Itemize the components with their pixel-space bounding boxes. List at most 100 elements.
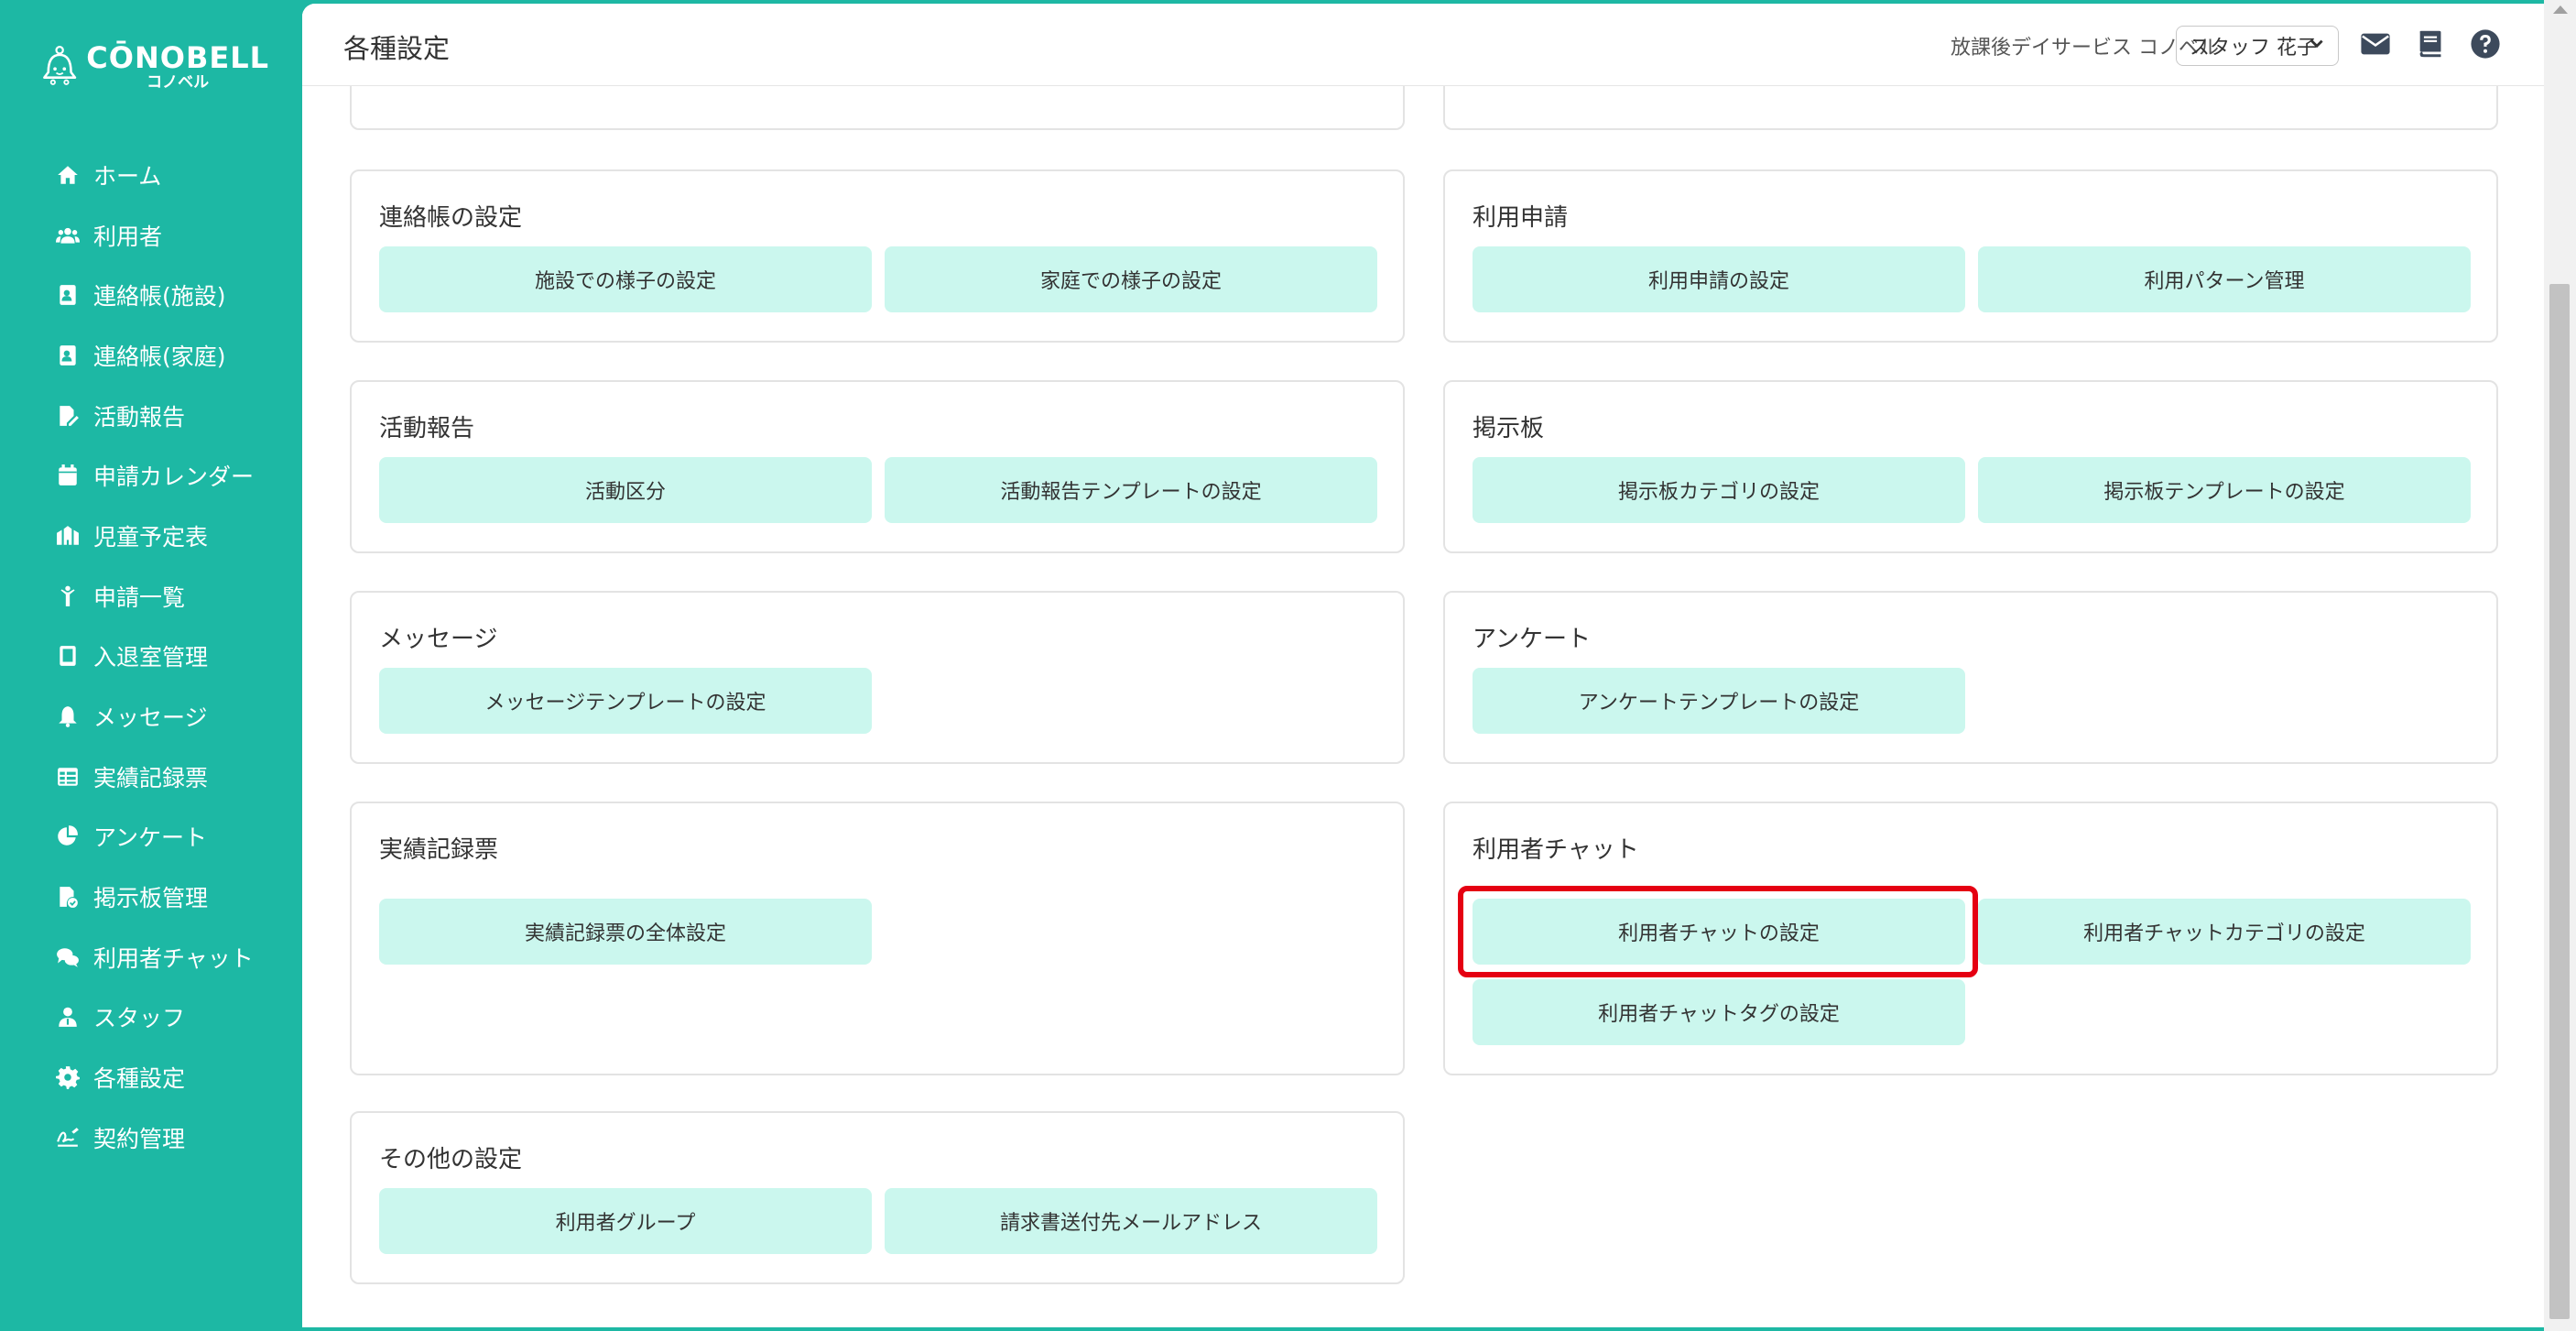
sidebar-item-bulletin[interactable]: 掲示板管理	[0, 867, 302, 927]
activity-category-button[interactable]: 活動区分	[379, 457, 872, 523]
scroll-up-arrow-icon[interactable]	[2553, 5, 2568, 14]
activity-template-button[interactable]: 活動報告テンプレートの設定	[885, 457, 1377, 523]
sidebar-item-label: 活動報告	[93, 403, 186, 431]
sidebar-item-label: 連絡帳(家庭)	[93, 343, 226, 370]
contact-book-icon	[55, 343, 81, 368]
sidebar-item-label: アンケート	[93, 824, 208, 852]
sidebar-item-label: 掲示板管理	[93, 885, 209, 912]
sidebar-item-home[interactable]: ホーム	[0, 145, 302, 205]
mail-icon[interactable]	[2359, 27, 2392, 60]
table-icon	[55, 764, 81, 790]
bulletin-category-button[interactable]: 掲示板カテゴリの設定	[1473, 457, 1965, 523]
gear-icon	[55, 1064, 81, 1090]
card-title: 掲示板	[1473, 415, 1545, 442]
user-chat-tag-button[interactable]: 利用者チャットタグの設定	[1473, 979, 1965, 1045]
tablet-icon	[55, 643, 81, 669]
usage-pattern-button[interactable]: 利用パターン管理	[1978, 246, 2471, 312]
calendar-icon	[55, 463, 81, 488]
sidebar-item-label: 児童予定表	[93, 523, 209, 551]
sidebar-item-label: 利用者チャット	[93, 944, 254, 972]
card-title: 実績記録票	[379, 836, 499, 864]
contact-book-icon	[55, 282, 81, 308]
survey-template-button[interactable]: アンケートテンプレートの設定	[1473, 668, 1965, 734]
card-riyoshinsei: 利用申請 利用申請の設定 利用パターン管理	[1443, 169, 2498, 343]
sidebar-item-contract[interactable]: 契約管理	[0, 1107, 302, 1168]
sidebar-item-label: 各種設定	[93, 1065, 186, 1093]
sidebar-item-label: 契約管理	[93, 1125, 186, 1152]
invoice-email-button[interactable]: 請求書送付先メールアドレス	[885, 1188, 1377, 1254]
home-status-settings-button[interactable]: 家庭での様子の設定	[885, 246, 1377, 312]
card-title: アンケート	[1473, 626, 1591, 653]
logo-wordmark: CŌNOBELL	[86, 40, 269, 75]
card-renrakucho: 連絡帳の設定 施設での様子の設定 家庭での様子の設定	[350, 169, 1405, 343]
bulletin-template-button[interactable]: 掲示板テンプレートの設定	[1978, 457, 2471, 523]
card-katsudo: 活動報告 活動区分 活動報告テンプレートの設定	[350, 380, 1405, 553]
staff-select-value: スタッフ 花子	[2190, 37, 2317, 60]
help-icon[interactable]	[2469, 27, 2502, 60]
card-title: 利用申請	[1473, 204, 1569, 232]
sidebar-item-child-schedule[interactable]: 児童予定表	[0, 506, 302, 566]
page-title: 各種設定	[343, 33, 451, 64]
book-icon[interactable]	[2414, 27, 2447, 60]
sidebar-item-users[interactable]: 利用者	[0, 205, 302, 266]
card-keijiban: 掲示板 掲示板カテゴリの設定 掲示板テンプレートの設定	[1443, 380, 2498, 553]
bell-icon	[55, 704, 81, 729]
card-message: メッセージ メッセージテンプレートの設定	[350, 591, 1405, 764]
sidebar-item-entry-exit[interactable]: 入退室管理	[0, 627, 302, 687]
header: 各種設定 放課後デイサービス コノベル スタッフ 花子	[302, 4, 2544, 86]
card-title: 連絡帳の設定	[379, 204, 523, 232]
sidebar-item-label: ホーム	[93, 162, 162, 190]
user-chat-settings-button[interactable]: 利用者チャットの設定	[1473, 899, 1965, 965]
signature-icon	[55, 1125, 81, 1151]
file-edit-icon	[55, 403, 81, 429]
sidebar-item-survey[interactable]: アンケート	[0, 807, 302, 867]
sidebar-item-user-chat[interactable]: 利用者チャット	[0, 927, 302, 987]
sidebar-item-label: 実績記録票	[93, 764, 209, 791]
sidebar-item-label: 利用者	[93, 223, 163, 250]
sidebar-item-request-calendar[interactable]: 申請カレンダー	[0, 445, 302, 506]
sidebar-item-contact-facility[interactable]: 連絡帳(施設)	[0, 265, 302, 325]
facility-status-settings-button[interactable]: 施設での様子の設定	[379, 246, 872, 312]
staff-select[interactable]: スタッフ 花子	[2176, 26, 2339, 66]
user-group-button[interactable]: 利用者グループ	[379, 1188, 872, 1254]
card-other: その他の設定 利用者グループ 請求書送付先メールアドレス	[350, 1111, 1405, 1284]
pie-chart-icon	[55, 824, 81, 849]
sidebar-item-label: スタッフ	[93, 1005, 186, 1032]
sidebar-item-staff[interactable]: スタッフ	[0, 987, 302, 1048]
card-title: 利用者チャット	[1473, 836, 1639, 864]
sidebar-item-request-list[interactable]: 申請一覧	[0, 566, 302, 627]
user-chat-category-button[interactable]: 利用者チャットカテゴリの設定	[1978, 899, 2471, 965]
sidebar-item-label: 入退室管理	[93, 644, 209, 671]
card-title: メッセージ	[379, 626, 498, 653]
sidebar-item-label: 申請一覧	[93, 584, 186, 611]
main-panel: 連絡帳の設定 施設での様子の設定 家庭での様子の設定 利用申請 利用申請の設定 …	[302, 4, 2544, 1327]
sidebar-item-message[interactable]: メッセージ	[0, 686, 302, 747]
chevron-down-icon	[2310, 39, 2323, 49]
usage-request-settings-button[interactable]: 利用申請の設定	[1473, 246, 1965, 312]
bell-logo-icon	[43, 46, 77, 85]
card-title: その他の設定	[379, 1146, 523, 1173]
card-enquete: アンケート アンケートテンプレートの設定	[1443, 591, 2498, 764]
sidebar-item-performance-record[interactable]: 実績記録票	[0, 747, 302, 807]
users-icon	[55, 223, 81, 248]
sidebar-item-activity-report[interactable]: 活動報告	[0, 386, 302, 446]
school-icon	[55, 523, 81, 549]
child-icon	[55, 584, 81, 609]
staff-icon	[55, 1004, 81, 1030]
chat-icon	[55, 944, 81, 970]
sidebar-item-label: 申請カレンダー	[93, 464, 255, 491]
sidebar-item-settings[interactable]: 各種設定	[0, 1047, 302, 1107]
sidebar-item-label: 連絡帳(施設)	[93, 283, 226, 311]
logo[interactable]: CŌNOBELL コノベル	[40, 35, 269, 99]
scrollbar[interactable]	[2544, 0, 2576, 1331]
card-chat: 利用者チャット 利用者チャットの設定 利用者チャットカテゴリの設定 利用者チャッ…	[1443, 802, 2498, 1075]
sidebar: CŌNOBELL コノベル ホーム 利用者 連絡帳(施設) 連絡帳(家庭) 活動…	[0, 0, 302, 1331]
scrollbar-thumb[interactable]	[2549, 284, 2570, 1319]
card-jisseki: 実績記録票 実績記録票の全体設定	[350, 802, 1405, 1075]
sidebar-nav: ホーム 利用者 連絡帳(施設) 連絡帳(家庭) 活動報告 申請カレンダー 児童予…	[0, 145, 302, 1168]
performance-record-settings-button[interactable]: 実績記録票の全体設定	[379, 899, 872, 965]
home-icon	[55, 162, 81, 188]
sidebar-item-contact-home[interactable]: 連絡帳(家庭)	[0, 325, 302, 386]
message-template-button[interactable]: メッセージテンプレートの設定	[379, 668, 872, 734]
file-check-icon	[55, 884, 81, 910]
